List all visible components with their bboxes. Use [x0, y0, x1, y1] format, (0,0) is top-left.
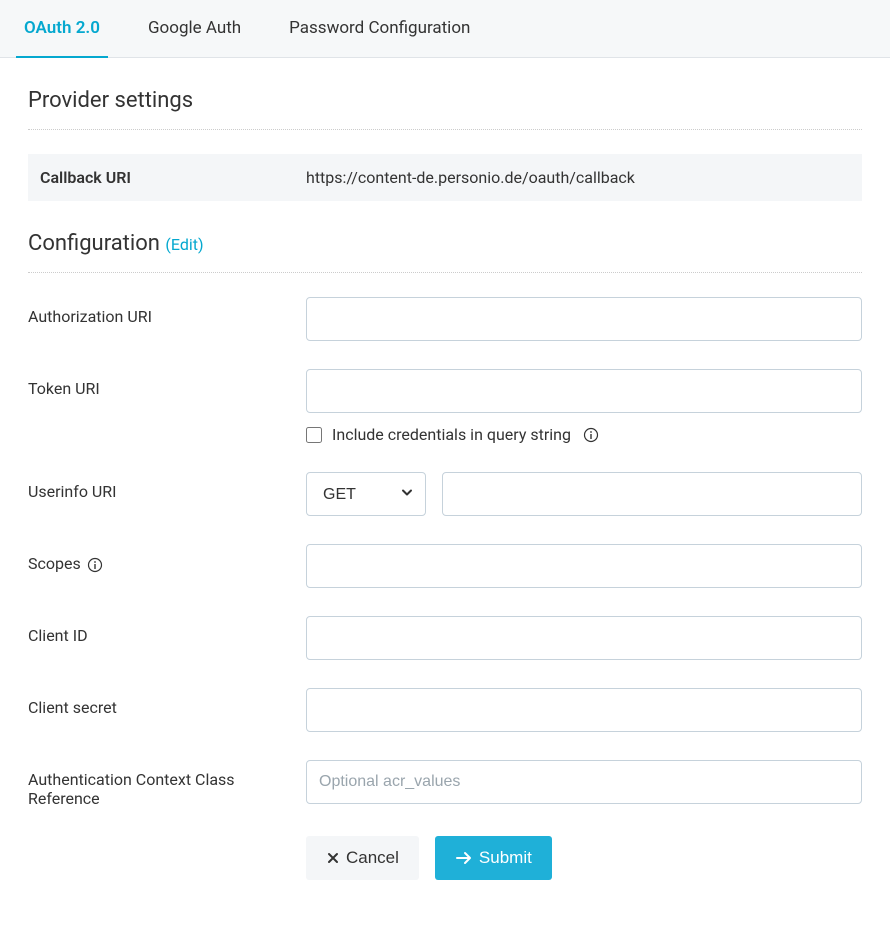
include-credentials-row: Include credentials in query string	[306, 425, 862, 444]
client-id-label: Client ID	[28, 616, 306, 645]
scopes-input[interactable]	[306, 544, 862, 588]
include-credentials-label[interactable]: Include credentials in query string	[332, 425, 571, 444]
arrow-right-icon	[455, 851, 473, 865]
content-area: Provider settings Callback URI https://c…	[0, 58, 890, 910]
form-actions: Cancel Submit	[306, 836, 862, 880]
configuration-heading: Configuration (Edit)	[28, 231, 862, 256]
authorization-uri-input[interactable]	[306, 297, 862, 341]
acr-label: Authentication Context Class Reference	[28, 760, 306, 808]
submit-button[interactable]: Submit	[435, 836, 552, 880]
callback-uri-row: Callback URI https://content-de.personio…	[28, 154, 862, 201]
close-icon	[326, 851, 340, 865]
provider-settings-heading: Provider settings	[28, 88, 862, 113]
info-icon[interactable]	[87, 557, 103, 573]
userinfo-uri-input[interactable]	[442, 472, 862, 516]
client-id-input[interactable]	[306, 616, 862, 660]
cancel-button[interactable]: Cancel	[306, 836, 419, 880]
auth-tabs: OAuth 2.0 Google Auth Password Configura…	[0, 0, 890, 58]
callback-uri-value: https://content-de.personio.de/oauth/cal…	[306, 168, 635, 187]
acr-row: Authentication Context Class Reference	[28, 760, 862, 808]
userinfo-method-select[interactable]: GET	[306, 472, 426, 516]
authorization-uri-label: Authorization URI	[28, 297, 306, 326]
configuration-heading-text: Configuration	[28, 231, 165, 256]
acr-input[interactable]	[306, 760, 862, 804]
edit-link[interactable]: (Edit)	[165, 235, 203, 254]
divider	[28, 129, 862, 130]
submit-label: Submit	[479, 848, 532, 868]
client-secret-input[interactable]	[306, 688, 862, 732]
info-icon[interactable]	[583, 427, 599, 443]
userinfo-uri-row: Userinfo URI GET	[28, 472, 862, 516]
authorization-uri-row: Authorization URI	[28, 297, 862, 341]
callback-uri-label: Callback URI	[40, 168, 306, 187]
scopes-row: Scopes	[28, 544, 862, 588]
tab-oauth[interactable]: OAuth 2.0	[16, 0, 108, 58]
client-secret-row: Client secret	[28, 688, 862, 732]
token-uri-label: Token URI	[28, 369, 306, 398]
include-credentials-checkbox[interactable]	[306, 427, 322, 443]
divider	[28, 272, 862, 273]
tab-google-auth[interactable]: Google Auth	[140, 0, 249, 58]
userinfo-uri-label: Userinfo URI	[28, 472, 306, 501]
token-uri-row: Token URI Include credentials in query s…	[28, 369, 862, 444]
token-uri-input[interactable]	[306, 369, 862, 413]
scopes-label: Scopes	[28, 544, 306, 573]
client-id-row: Client ID	[28, 616, 862, 660]
client-secret-label: Client secret	[28, 688, 306, 717]
cancel-label: Cancel	[346, 848, 399, 868]
tab-password-config[interactable]: Password Configuration	[281, 0, 478, 58]
